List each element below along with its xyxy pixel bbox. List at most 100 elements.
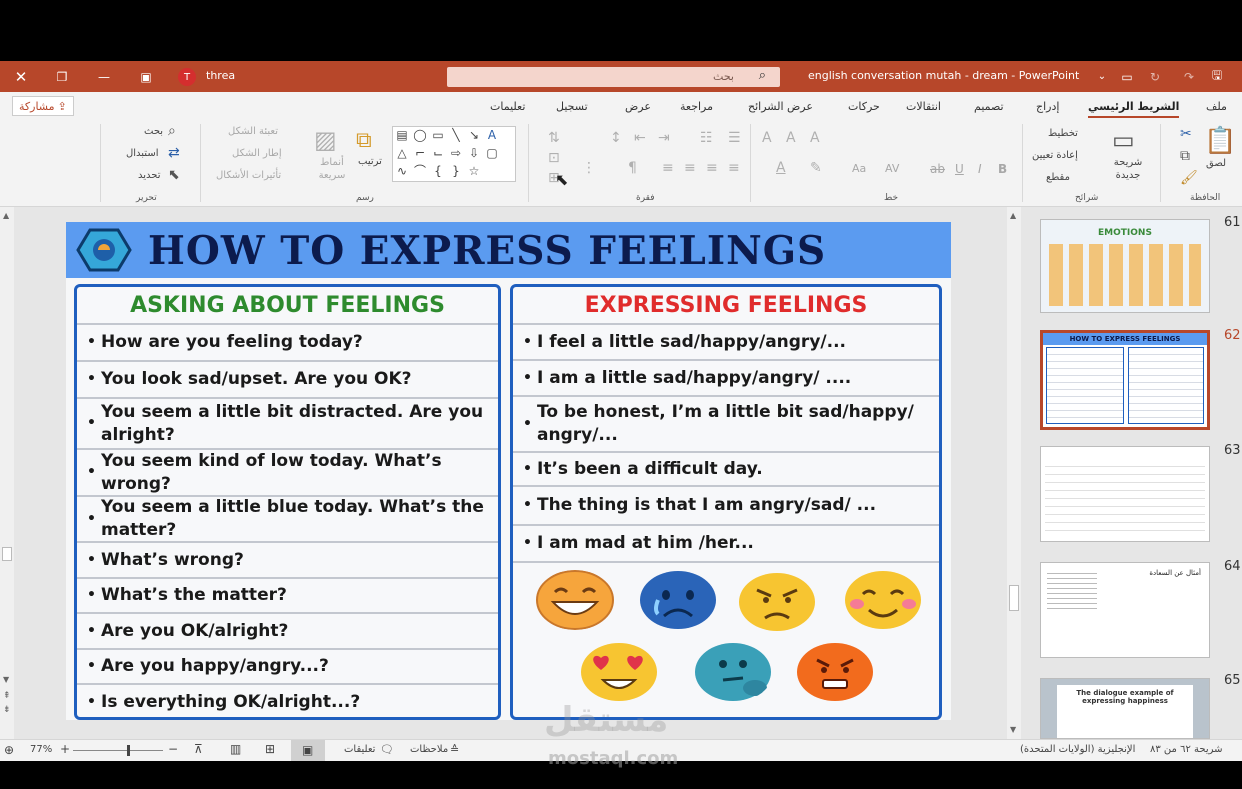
next-slide-icon[interactable]: ⇟ — [3, 705, 11, 715]
char-spacing-button[interactable]: AV — [885, 162, 899, 175]
outdent-icon[interactable]: ⇤ — [634, 130, 646, 146]
scroll-down-icon[interactable]: ▼ — [3, 675, 9, 684]
normal-view-button[interactable]: ▣ — [291, 740, 325, 761]
customize-toolbar-icon[interactable]: ⌄ — [1094, 61, 1110, 92]
text-direction-icon[interactable]: ⇅ — [548, 130, 560, 146]
brace-shape-icon[interactable]: { — [431, 165, 445, 177]
arrange-button[interactable]: ترتيب — [358, 156, 382, 167]
star-shape-icon[interactable]: ☆ — [467, 165, 481, 177]
tab-file[interactable]: ملف — [1206, 100, 1227, 113]
textbox-shape-icon[interactable]: ▤ — [395, 129, 409, 141]
slide-canvas[interactable]: HOW TO EXPRESS FEELINGS ASKING ABOUT FEE… — [66, 222, 951, 720]
slide-sorter-icon[interactable]: ⊞ — [265, 742, 275, 756]
shapes-gallery[interactable]: ▤ ◯ ▭ ╲ ↘ A △ ⌐ ⌙ ⇨ ⇩ ▢ ∿ ⌒ { } ☆ — [392, 126, 516, 182]
shape-effects-button[interactable]: تأثيرات الأشكال — [216, 170, 281, 181]
ribbon-display-icon[interactable]: ▣ — [136, 61, 156, 92]
tab-transitions[interactable]: انتقالات — [906, 100, 941, 113]
underline-button[interactable]: U — [955, 162, 964, 176]
italic-button[interactable]: I — [978, 162, 982, 176]
arc-shape-icon[interactable]: ⌒ — [413, 165, 427, 177]
rounded-rect-shape-icon[interactable]: ▢ — [485, 147, 499, 159]
zoom-slider[interactable] — [73, 750, 163, 751]
tab-insert[interactable]: إدراج — [1036, 100, 1059, 113]
language-indicator[interactable]: الإنجليزية (الولايات المتحدة) — [1020, 744, 1135, 755]
line-shape-icon[interactable]: ╲ — [449, 129, 463, 141]
tab-animations[interactable]: حركات — [848, 100, 880, 113]
rectangle-shape-icon[interactable]: ▭ — [431, 129, 445, 141]
zoom-level[interactable]: 77% — [30, 744, 52, 755]
cut-icon[interactable]: ✂ — [1180, 126, 1192, 142]
tab-design[interactable]: تصميم — [974, 100, 1004, 113]
bold-button[interactable]: B — [998, 162, 1007, 176]
format-painter-icon[interactable]: 🖌 — [1180, 170, 1198, 186]
curve-shape-icon[interactable]: ∿ — [395, 165, 409, 177]
shrink-font-icon[interactable]: A — [786, 130, 796, 146]
align-text-icon[interactable]: ⊡ — [548, 150, 560, 166]
align-center-icon[interactable]: ≡ — [684, 160, 696, 176]
new-slide-icon[interactable]: ▭ — [1112, 126, 1135, 154]
thumbnail-slide-65[interactable]: The dialogue example of expressing happi… — [1040, 678, 1210, 739]
new-slide-button[interactable]: شريحة جديدة — [1108, 156, 1148, 182]
zoom-out-icon[interactable]: − — [168, 742, 178, 756]
tab-home[interactable]: الشريط الرئيسي — [1088, 100, 1180, 118]
tab-help[interactable]: تعليمات — [490, 100, 525, 113]
indent-icon[interactable]: ⇥ — [658, 130, 670, 146]
connector-shape-icon[interactable]: ⌐ — [413, 147, 427, 159]
text-shape-icon[interactable]: A — [485, 129, 499, 141]
quick-styles-icon[interactable]: ▨ — [314, 126, 337, 154]
bullets-icon[interactable]: ☰ — [728, 130, 741, 146]
scroll-thumb[interactable] — [2, 547, 12, 561]
thumbnail-slide-61[interactable]: EMOTIONS — [1040, 219, 1210, 313]
font-color-icon[interactable]: A — [776, 160, 786, 176]
user-name[interactable]: threa — [206, 69, 235, 82]
previous-slide-icon[interactable]: ⇞ — [3, 691, 11, 701]
present-icon[interactable]: ▭ — [1118, 61, 1136, 92]
thumbnail-slide-64[interactable]: أمثال عن السعادة — [1040, 562, 1210, 658]
change-case-button[interactable]: Aa — [852, 162, 866, 175]
close-icon[interactable]: ✕ — [10, 61, 32, 92]
columns-icon[interactable]: ⋮ — [582, 160, 596, 176]
align-right-icon[interactable]: ≡ — [706, 160, 718, 176]
right-arrow-shape-icon[interactable]: ⇨ — [449, 147, 463, 159]
slideshow-view-icon[interactable]: ⊼ — [194, 742, 203, 756]
paragraph-direction-icon[interactable]: ¶ — [628, 160, 637, 176]
clear-format-icon[interactable]: A — [810, 130, 820, 146]
arrange-icon[interactable]: ⧉ — [356, 128, 372, 153]
down-arrow-shape-icon[interactable]: ⇩ — [467, 147, 481, 159]
shape-outline-button[interactable]: إطار الشكل — [232, 148, 282, 159]
tab-record[interactable]: تسجيل — [556, 100, 588, 113]
avatar[interactable]: T — [178, 68, 196, 86]
align-left-icon[interactable]: ≡ — [662, 160, 674, 176]
tab-view[interactable]: عرض — [625, 100, 651, 113]
scroll-thumb[interactable] — [1009, 585, 1019, 611]
highlight-icon[interactable]: ✎ — [810, 160, 822, 176]
scroll-up-icon[interactable]: ▲ — [3, 211, 9, 220]
triangle-shape-icon[interactable]: △ — [395, 147, 409, 159]
restore-icon[interactable]: ❐ — [52, 61, 72, 92]
oval-shape-icon[interactable]: ◯ — [413, 129, 427, 141]
slide-scrollbar[interactable]: ▲ ▼ — [1007, 207, 1021, 739]
thumbnail-slide-63[interactable] — [1040, 446, 1210, 542]
section-button[interactable]: مقطع — [1046, 172, 1070, 183]
arrow-line-shape-icon[interactable]: ↘ — [467, 129, 481, 141]
quick-styles-button[interactable]: أنماط سريعة — [314, 156, 350, 182]
find-button[interactable]: بحث — [144, 126, 163, 137]
search-input[interactable]: بحث ⌕ — [447, 67, 780, 87]
reset-button[interactable]: إعادة تعيين — [1032, 150, 1078, 161]
zoom-slider-thumb[interactable] — [127, 745, 130, 756]
shape-fill-button[interactable]: تعبئة الشكل — [228, 126, 278, 137]
undo-icon[interactable]: ↷ — [1180, 61, 1198, 92]
scroll-down-icon[interactable]: ▼ — [1010, 725, 1016, 734]
share-button[interactable]: مشاركة ⇪ — [12, 96, 74, 116]
scroll-up-icon[interactable]: ▲ — [1010, 211, 1016, 220]
grow-font-icon[interactable]: A — [762, 130, 772, 146]
replace-button[interactable]: استبدال — [126, 148, 159, 159]
copy-icon[interactable]: ⧉ — [1180, 148, 1190, 164]
fit-slide-icon[interactable]: ⊕ — [4, 743, 14, 757]
left-scrollbar[interactable]: ▲ ▼ ⇞ ⇟ — [0, 207, 14, 739]
line-spacing-icon[interactable]: ↕ — [610, 130, 622, 146]
redo-icon[interactable]: ↻ — [1146, 61, 1164, 92]
strikethrough-button[interactable]: ab — [930, 162, 945, 176]
brace-close-shape-icon[interactable]: } — [449, 165, 463, 177]
tab-slideshow[interactable]: عرض الشرائح — [748, 100, 813, 113]
